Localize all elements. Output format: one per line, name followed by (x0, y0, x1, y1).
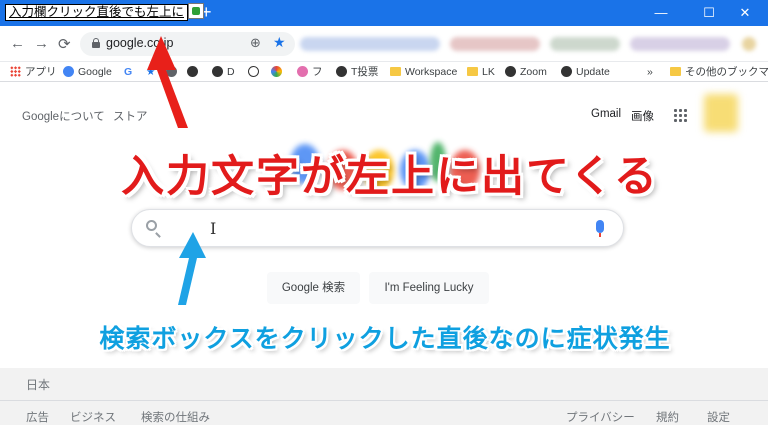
footer-how-search-works-link[interactable]: 検索の仕組み (141, 409, 210, 425)
footer-privacy-link[interactable]: プライバシー (566, 409, 635, 425)
folder-icon (670, 67, 681, 76)
forward-button[interactable]: → (34, 35, 49, 52)
bookmark-lk[interactable]: LK (467, 65, 495, 79)
bookmark-star-icon[interactable]: ★ (273, 34, 286, 51)
bookmark-google[interactable]: Google (63, 65, 112, 79)
about-google-link[interactable]: Googleについて (22, 108, 105, 124)
address-bar[interactable]: google.co.jp ⊕ ★ (80, 32, 295, 56)
colorful-icon (271, 66, 282, 77)
search-box[interactable]: I (131, 209, 624, 247)
page-footer: 日本 広告 ビジネス 検索の仕組み プライバシー 規約 設定 (0, 368, 768, 425)
back-button[interactable]: ← (10, 35, 25, 52)
other-bookmarks[interactable]: その他のブックマーク (670, 65, 768, 79)
globe-icon (561, 66, 572, 77)
zoom-icon[interactable]: ⊕ (250, 35, 261, 51)
google-g-icon (63, 66, 74, 77)
folder-icon (467, 67, 478, 76)
account-avatar[interactable] (704, 94, 738, 132)
bookmarks-bar: アプリ Google G ★ D フ T投票 Workspace LK Zoom… (0, 62, 768, 82)
bookmark-g[interactable]: G (124, 65, 132, 79)
blurred-extensions (450, 37, 540, 51)
url-text[interactable]: google.co.jp (106, 36, 173, 50)
text-cursor: I (210, 219, 217, 238)
close-window-button[interactable]: ✕ (722, 0, 768, 26)
google-search-button[interactable]: Google 検索 (267, 272, 360, 304)
blurred-extensions (300, 37, 440, 51)
footer-ads-link[interactable]: 広告 (26, 409, 49, 425)
globe-icon (505, 66, 516, 77)
blurred-extensions (630, 37, 730, 51)
google-apps-icon[interactable] (673, 108, 687, 122)
search-icon (146, 220, 157, 231)
bookmark-t-vote[interactable]: T投票 (336, 65, 378, 79)
bookmark-star-icon[interactable]: ★ (146, 65, 155, 79)
annotation-headline: 入力文字が左上に出てくる (121, 153, 659, 201)
globe-icon (212, 66, 223, 77)
cc-icon (248, 66, 259, 77)
footer-business-link[interactable]: ビジネス (70, 409, 116, 425)
gmail-link[interactable]: Gmail (591, 108, 621, 120)
flower-icon (297, 66, 308, 77)
bookmark-blurred[interactable] (166, 65, 181, 79)
bookmark-cc[interactable] (248, 65, 263, 79)
footer-terms-link[interactable]: 規約 (656, 409, 679, 425)
globe-icon (187, 66, 198, 77)
images-link[interactable]: 画像 (631, 108, 654, 124)
bookmark-zoom[interactable]: Zoom (505, 65, 547, 79)
site-icon (166, 66, 177, 77)
bookmark-fu[interactable]: フ (297, 65, 323, 79)
annotation-subline: 検索ボックスをクリックした直後なのに症状発生 (99, 325, 671, 353)
ime-status-icon (188, 3, 204, 19)
blurred-extensions (550, 37, 620, 51)
ime-composition-window: 入力欄クリック直後でも左上に (5, 4, 189, 21)
blurred-profile (742, 37, 756, 51)
bookmark-workspace[interactable]: Workspace (390, 65, 457, 79)
folder-icon (390, 67, 401, 76)
footer-divider (0, 400, 768, 401)
footer-country: 日本 (26, 378, 51, 392)
bookmarks-overflow-button[interactable]: » (647, 65, 653, 79)
reload-button[interactable]: ⟳ (58, 35, 71, 53)
lock-icon (92, 38, 100, 48)
feeling-lucky-button[interactable]: I'm Feeling Lucky (369, 272, 489, 304)
microphone-icon[interactable] (596, 220, 604, 237)
bookmark-globe[interactable] (187, 65, 202, 79)
bookmark-colorful[interactable] (271, 65, 286, 79)
globe-icon (336, 66, 347, 77)
browser-toolbar: ← → ⟳ google.co.jp ⊕ ★ (0, 26, 768, 62)
apps-grid-icon (10, 66, 21, 77)
footer-settings-link[interactable]: 設定 (707, 409, 730, 425)
bookmark-apps[interactable]: アプリ (10, 65, 57, 79)
bookmark-d[interactable]: D (212, 65, 235, 79)
store-link[interactable]: ストア (113, 108, 148, 124)
minimize-button[interactable]: — (638, 0, 684, 26)
bookmark-update[interactable]: Update (561, 65, 610, 79)
google-homepage: Googleについて ストア Gmail 画像 入力文字が左上に出てくる I G… (0, 82, 768, 425)
